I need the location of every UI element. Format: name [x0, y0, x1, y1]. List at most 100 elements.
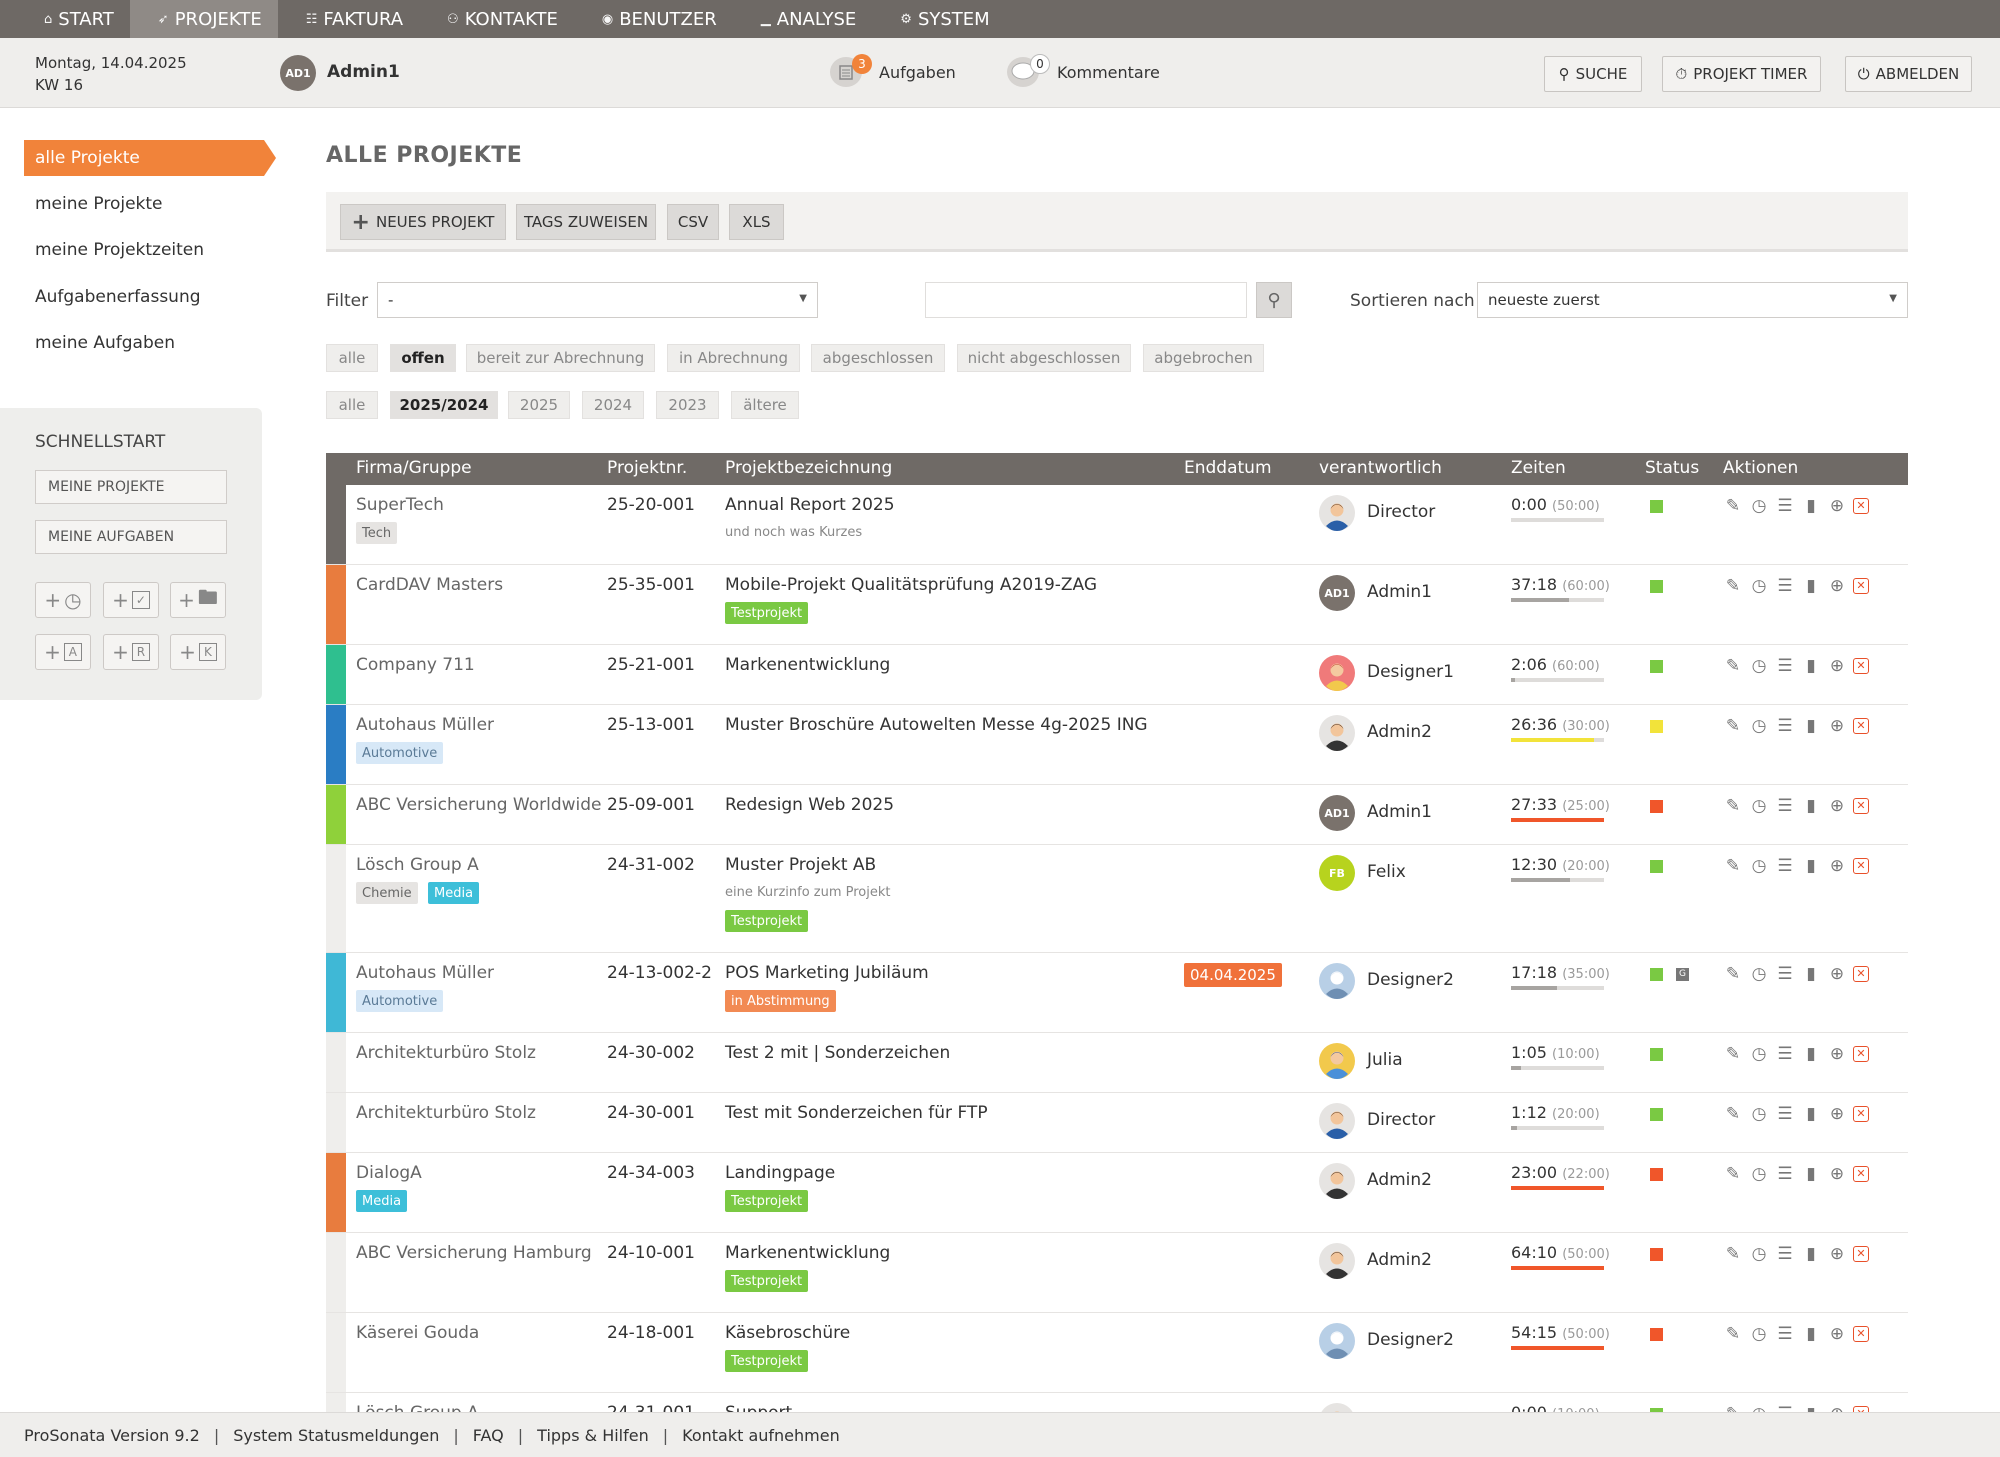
table-row[interactable]: Company 711 25-21-001 Markenentwicklung Des…	[326, 645, 1908, 705]
column-header[interactable]: Firma/Gruppe	[356, 458, 472, 478]
copy-icon[interactable]: ⊕	[1827, 856, 1847, 876]
table-row[interactable]: ABC Versicherung Worldwide 25-09-001 Redes…	[326, 785, 1908, 845]
delete-icon[interactable]: ✕	[1853, 966, 1869, 982]
table-row[interactable]: Autohaus Müller Automotive 24-13-002-2 POS …	[326, 953, 1908, 1033]
edit-icon[interactable]: ✎	[1723, 1324, 1743, 1344]
footer-link-faq[interactable]: FAQ	[473, 1426, 504, 1445]
edit-icon[interactable]: ✎	[1723, 1244, 1743, 1264]
responsible-person[interactable]: Julia	[1367, 1050, 1403, 1070]
year-filter-chip[interactable]: 2025	[508, 391, 570, 419]
quick-my-projects-button[interactable]: MEINE PROJEKTE	[35, 470, 227, 504]
mouse-icon[interactable]: ▮	[1801, 1324, 1821, 1344]
copy-icon[interactable]: ⊕	[1827, 656, 1847, 676]
copy-icon[interactable]: ⊕	[1827, 576, 1847, 596]
project-name[interactable]: Markenentwicklung	[725, 655, 890, 675]
clock-icon[interactable]: ◷	[1749, 1164, 1769, 1184]
responsible-person[interactable]: Admin2	[1367, 1250, 1432, 1270]
quick-add-k-button[interactable]: + K	[170, 634, 226, 670]
project-name[interactable]: Test 2 mit | Sonderzeichen	[725, 1043, 950, 1063]
status-filter-chip[interactable]: abgebrochen	[1143, 344, 1264, 372]
clock-icon[interactable]: ◷	[1749, 716, 1769, 736]
table-row[interactable]: Käserei Gouda 24-18-001 Käsebroschüre Testp…	[326, 1313, 1908, 1393]
sidebar-item-3[interactable]: Aufgabenerfassung	[24, 279, 264, 315]
delete-icon[interactable]: ✕	[1853, 858, 1869, 874]
filter-search-input[interactable]	[925, 282, 1247, 318]
project-number[interactable]: 24-30-001	[607, 1103, 695, 1123]
responsible-person[interactable]: Designer2	[1367, 1330, 1454, 1350]
company-name[interactable]: Architekturbüro Stolz	[356, 1043, 536, 1063]
mouse-icon[interactable]: ▮	[1801, 1164, 1821, 1184]
edit-icon[interactable]: ✎	[1723, 496, 1743, 516]
clock-icon[interactable]: ◷	[1749, 656, 1769, 676]
nav-system[interactable]: ⚙ SYSTEM	[872, 0, 1005, 38]
responsible-person[interactable]: Admin1	[1367, 582, 1432, 602]
project-name[interactable]: Muster Projekt AB	[725, 855, 876, 875]
year-filter-chip[interactable]: 2025/2024	[390, 391, 498, 419]
footer-link-contact[interactable]: Kontakt aufnehmen	[682, 1426, 840, 1445]
table-row[interactable]: Autohaus Müller Automotive 25-13-001 Muster…	[326, 705, 1908, 785]
clock-icon[interactable]: ◷	[1749, 1044, 1769, 1064]
delete-icon[interactable]: ✕	[1853, 718, 1869, 734]
copy-icon[interactable]: ⊕	[1827, 796, 1847, 816]
quick-my-tasks-button[interactable]: MEINE AUFGABEN	[35, 520, 227, 554]
sort-select[interactable]: neueste zuerst ▼	[1477, 282, 1908, 318]
clock-icon[interactable]: ◷	[1749, 1244, 1769, 1264]
copy-icon[interactable]: ⊕	[1827, 1244, 1847, 1264]
column-header[interactable]: Zeiten	[1511, 458, 1566, 478]
table-row[interactable]: ABC Versicherung Hamburg 24-10-001 Markene…	[326, 1233, 1908, 1313]
edit-icon[interactable]: ✎	[1723, 1104, 1743, 1124]
sidebar-item-4[interactable]: meine Aufgaben	[24, 325, 264, 361]
copy-icon[interactable]: ⊕	[1827, 1164, 1847, 1184]
responsible-person[interactable]: Director	[1367, 1110, 1435, 1130]
column-header[interactable]: Projektbezeichnung	[725, 458, 892, 478]
responsible-person[interactable]: Admin1	[1367, 802, 1432, 822]
company-name[interactable]: Autohaus Müller	[356, 963, 494, 983]
project-name[interactable]: Muster Broschüre Autowelten Messe 4g-202…	[725, 715, 1148, 735]
list-icon[interactable]: ☰	[1775, 796, 1795, 816]
project-name[interactable]: Redesign Web 2025	[725, 795, 894, 815]
delete-icon[interactable]: ✕	[1853, 1166, 1869, 1182]
nav-benutzer[interactable]: ◉ BENUTZER	[574, 0, 733, 38]
tasks-link[interactable]: Aufgaben	[879, 63, 956, 82]
quick-add-a-button[interactable]: + A	[35, 634, 91, 670]
project-number[interactable]: 24-18-001	[607, 1323, 695, 1343]
table-row[interactable]: DialogA Media 24-34-003 Landingpage Testproj…	[326, 1153, 1908, 1233]
company-name[interactable]: SuperTech	[356, 495, 444, 515]
delete-icon[interactable]: ✕	[1853, 1326, 1869, 1342]
clock-icon[interactable]: ◷	[1749, 964, 1769, 984]
company-name[interactable]: Lösch Group A	[356, 855, 479, 875]
clock-icon[interactable]: ◷	[1749, 576, 1769, 596]
status-filter-chip[interactable]: offen	[390, 344, 456, 372]
delete-icon[interactable]: ✕	[1853, 798, 1869, 814]
project-number[interactable]: 25-20-001	[607, 495, 695, 515]
nav-faktura[interactable]: ☷ FAKTURA	[278, 0, 419, 38]
clock-icon[interactable]: ◷	[1749, 1324, 1769, 1344]
quick-add-folder-button[interactable]: + 🖿	[170, 582, 226, 618]
copy-icon[interactable]: ⊕	[1827, 1044, 1847, 1064]
responsible-person[interactable]: Felix	[1367, 862, 1406, 882]
edit-icon[interactable]: ✎	[1723, 656, 1743, 676]
mouse-icon[interactable]: ▮	[1801, 1244, 1821, 1264]
mouse-icon[interactable]: ▮	[1801, 576, 1821, 596]
project-number[interactable]: 25-21-001	[607, 655, 695, 675]
quick-add-time-button[interactable]: + ◷	[35, 582, 91, 618]
company-name[interactable]: Autohaus Müller	[356, 715, 494, 735]
column-header[interactable]: Enddatum	[1184, 458, 1272, 478]
filter-select[interactable]: - ▼	[377, 282, 818, 318]
clock-icon[interactable]: ◷	[1749, 796, 1769, 816]
list-icon[interactable]: ☰	[1775, 656, 1795, 676]
mouse-icon[interactable]: ▮	[1801, 1104, 1821, 1124]
project-name[interactable]: Test mit Sonderzeichen für FTP	[725, 1103, 988, 1123]
table-row[interactable]: Lösch Group A Chemie Media 24-31-002 Muster …	[326, 845, 1908, 953]
company-name[interactable]: ABC Versicherung Hamburg	[356, 1243, 592, 1263]
edit-icon[interactable]: ✎	[1723, 1164, 1743, 1184]
project-name[interactable]: Landingpage	[725, 1163, 835, 1183]
year-filter-chip[interactable]: 2024	[582, 391, 644, 419]
list-icon[interactable]: ☰	[1775, 1324, 1795, 1344]
edit-icon[interactable]: ✎	[1723, 716, 1743, 736]
user-name[interactable]: Admin1	[327, 62, 400, 82]
clock-icon[interactable]: ◷	[1749, 496, 1769, 516]
responsible-person[interactable]: Admin2	[1367, 1170, 1432, 1190]
responsible-person[interactable]: Designer1	[1367, 662, 1454, 682]
list-icon[interactable]: ☰	[1775, 856, 1795, 876]
